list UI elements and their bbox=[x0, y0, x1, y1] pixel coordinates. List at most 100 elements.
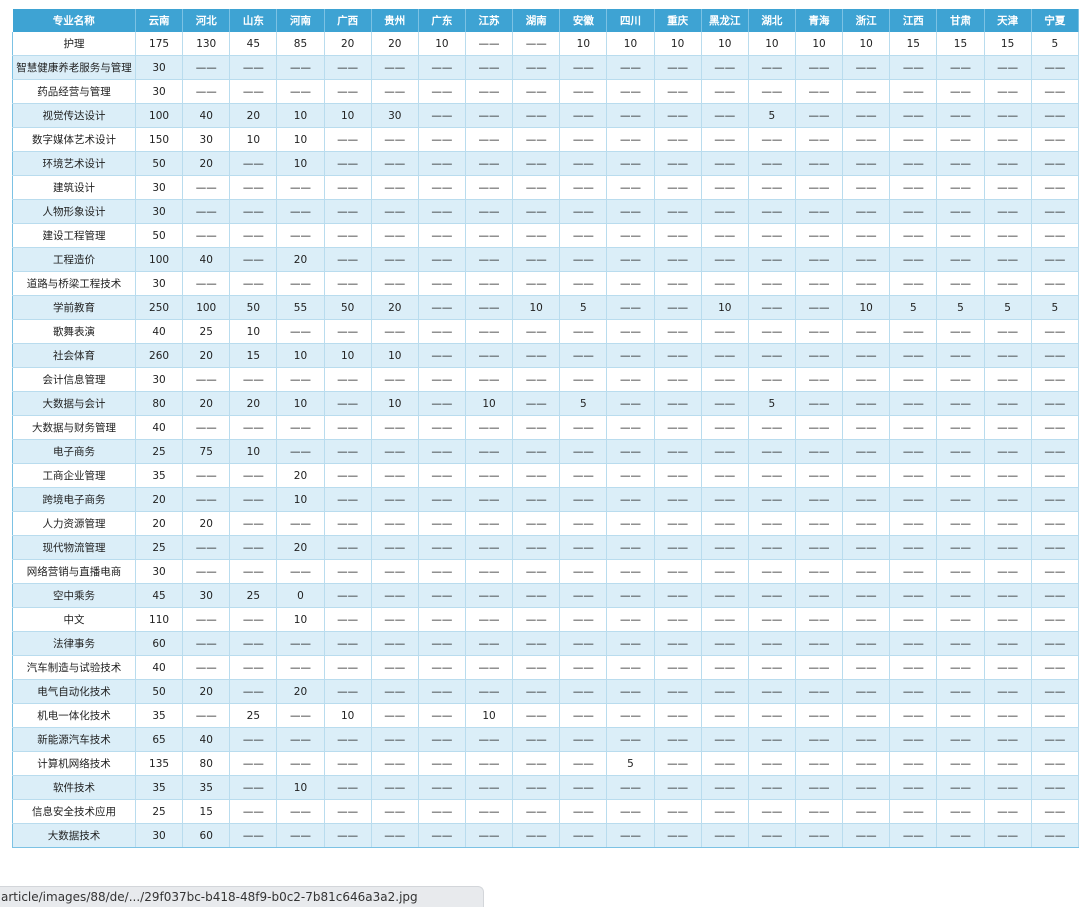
quota-cell: —— bbox=[1031, 343, 1080, 368]
quota-cell: —— bbox=[984, 343, 1032, 368]
major-name-cell: 跨境电子商务 bbox=[12, 487, 136, 512]
quota-cell: 100 bbox=[135, 103, 184, 128]
quota-cell: 135 bbox=[135, 751, 184, 776]
quota-cell: —— bbox=[418, 199, 466, 224]
quota-cell: —— bbox=[654, 55, 702, 80]
quota-cell: —— bbox=[748, 175, 796, 200]
table-row: 数字媒体艺术设计 150 30 10 10 —— —— —— —— —— —— —— —— —— —— —— —… bbox=[12, 127, 1080, 152]
quota-cell: —— bbox=[936, 487, 985, 512]
quota-cell: —— bbox=[512, 151, 561, 176]
quota-cell: —— bbox=[889, 343, 938, 368]
quota-cell: —— bbox=[229, 559, 278, 584]
quota-cell: —— bbox=[984, 751, 1032, 776]
quota-cell: —— bbox=[984, 679, 1032, 704]
quota-cell: —— bbox=[795, 655, 844, 680]
quota-cell: —— bbox=[418, 799, 466, 824]
quota-cell: —— bbox=[936, 463, 985, 488]
quota-cell: —— bbox=[559, 319, 608, 344]
quota-cell: —— bbox=[889, 655, 938, 680]
quota-cell: 20 bbox=[371, 295, 419, 320]
quota-cell: —— bbox=[936, 175, 985, 200]
quota-cell: 10 bbox=[276, 775, 325, 800]
quota-cell: —— bbox=[936, 415, 985, 440]
quota-cell: 30 bbox=[182, 583, 231, 608]
quota-cell: —— bbox=[795, 559, 844, 584]
quota-cell: 20 bbox=[182, 679, 231, 704]
quota-cell: —— bbox=[1031, 79, 1080, 104]
quota-cell: 130 bbox=[182, 32, 231, 56]
quota-cell: —— bbox=[984, 271, 1032, 296]
major-name-cell: 学前教育 bbox=[12, 295, 136, 320]
quota-cell: —— bbox=[465, 823, 514, 848]
quota-cell: —— bbox=[182, 367, 231, 392]
quota-cell: 10 bbox=[418, 32, 466, 56]
quota-cell: —— bbox=[512, 343, 561, 368]
quota-cell: —— bbox=[654, 223, 702, 248]
quota-cell: —— bbox=[465, 199, 514, 224]
quota-cell: —— bbox=[465, 535, 514, 560]
quota-cell: —— bbox=[465, 655, 514, 680]
quota-cell: —— bbox=[701, 127, 749, 152]
column-header-province: 广东 bbox=[418, 9, 466, 32]
quota-cell: —— bbox=[654, 295, 702, 320]
quota-cell: —— bbox=[842, 247, 891, 272]
quota-cell: —— bbox=[1031, 367, 1080, 392]
quota-cell: —— bbox=[889, 247, 938, 272]
quota-cell: —— bbox=[889, 703, 938, 728]
quota-cell: —— bbox=[795, 319, 844, 344]
major-name-cell: 歌舞表演 bbox=[12, 319, 136, 344]
quota-cell: —— bbox=[559, 463, 608, 488]
quota-cell: 5 bbox=[748, 103, 796, 128]
quota-cell: —— bbox=[748, 631, 796, 656]
quota-cell: —— bbox=[229, 631, 278, 656]
quota-cell: —— bbox=[842, 199, 891, 224]
quota-cell: —— bbox=[182, 223, 231, 248]
column-header-province: 江西 bbox=[889, 9, 938, 32]
quota-cell: 20 bbox=[229, 103, 278, 128]
quota-cell: —— bbox=[984, 79, 1032, 104]
quota-cell: —— bbox=[559, 175, 608, 200]
quota-cell: —— bbox=[229, 223, 278, 248]
quota-cell: 50 bbox=[135, 223, 184, 248]
quota-cell: —— bbox=[842, 271, 891, 296]
quota-cell: —— bbox=[465, 32, 514, 56]
quota-cell: —— bbox=[606, 271, 655, 296]
quota-cell: —— bbox=[654, 775, 702, 800]
quota-cell: —— bbox=[371, 463, 419, 488]
quota-cell: —— bbox=[936, 391, 985, 416]
quota-cell: —— bbox=[984, 535, 1032, 560]
quota-cell: —— bbox=[889, 103, 938, 128]
quota-cell: 10 bbox=[276, 487, 325, 512]
quota-cell: —— bbox=[936, 751, 985, 776]
major-name-cell: 中文 bbox=[12, 607, 136, 632]
quota-cell: —— bbox=[654, 151, 702, 176]
quota-cell: —— bbox=[512, 271, 561, 296]
quota-cell: —— bbox=[229, 823, 278, 848]
quota-cell: —— bbox=[936, 727, 985, 752]
quota-cell: —— bbox=[465, 583, 514, 608]
quota-cell: —— bbox=[229, 151, 278, 176]
quota-cell: —— bbox=[512, 32, 561, 56]
quota-cell: —— bbox=[889, 439, 938, 464]
quota-cell: —— bbox=[465, 799, 514, 824]
quota-cell: —— bbox=[418, 103, 466, 128]
quota-cell: —— bbox=[889, 319, 938, 344]
quota-cell: —— bbox=[795, 631, 844, 656]
table-row: 电子商务 25 75 10 —— —— —— —— —— —— —— —— —— —— —— —— —— —— ——… bbox=[12, 439, 1080, 464]
quota-cell: 25 bbox=[229, 583, 278, 608]
column-header-province: 湖北 bbox=[748, 9, 796, 32]
quota-cell: —— bbox=[371, 247, 419, 272]
quota-cell: —— bbox=[842, 103, 891, 128]
quota-cell: —— bbox=[418, 511, 466, 536]
column-header-province: 安徽 bbox=[559, 9, 608, 32]
quota-cell: 10 bbox=[276, 103, 325, 128]
quota-cell: 5 bbox=[1031, 295, 1080, 320]
header-row: 专业名称 云南 河北 山东 河南 广西 贵州 广东 江苏 湖南 安徽 四川 重庆 黑龙江 湖北 青海 浙江 江西甘… bbox=[12, 9, 1080, 32]
quota-cell: 50 bbox=[324, 295, 372, 320]
quota-cell: —— bbox=[889, 631, 938, 656]
quota-cell: —— bbox=[606, 631, 655, 656]
quota-cell: —— bbox=[606, 319, 655, 344]
table-row: 建设工程管理 50 —— —— —— —— —— —— —— —— —— —— —— —— —— —— —— ——… bbox=[12, 223, 1080, 248]
quota-cell: 10 bbox=[324, 103, 372, 128]
quota-cell: —— bbox=[465, 127, 514, 152]
